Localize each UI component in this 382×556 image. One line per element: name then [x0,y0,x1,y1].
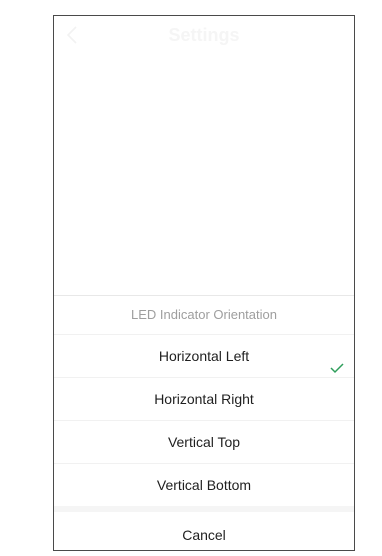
phone-screen: Settings LED Indicator Orientation Horiz… [53,15,355,551]
option-label: Vertical Top [167,434,241,450]
checkmark-icon [330,349,344,374]
cancel-button[interactable]: Cancel [54,506,354,550]
option-vertical-top[interactable]: Vertical Top [54,421,354,464]
option-label: Vertical Bottom [156,477,252,493]
option-label: Horizontal Left [158,348,250,364]
orientation-action-sheet: LED Indicator Orientation Horizontal Lef… [54,295,354,550]
sheet-title: LED Indicator Orientation [54,296,354,335]
option-horizontal-left[interactable]: Horizontal Left [54,335,354,378]
option-horizontal-right[interactable]: Horizontal Right [54,378,354,421]
option-vertical-bottom[interactable]: Vertical Bottom [54,464,354,506]
option-label: Horizontal Right [154,391,254,407]
